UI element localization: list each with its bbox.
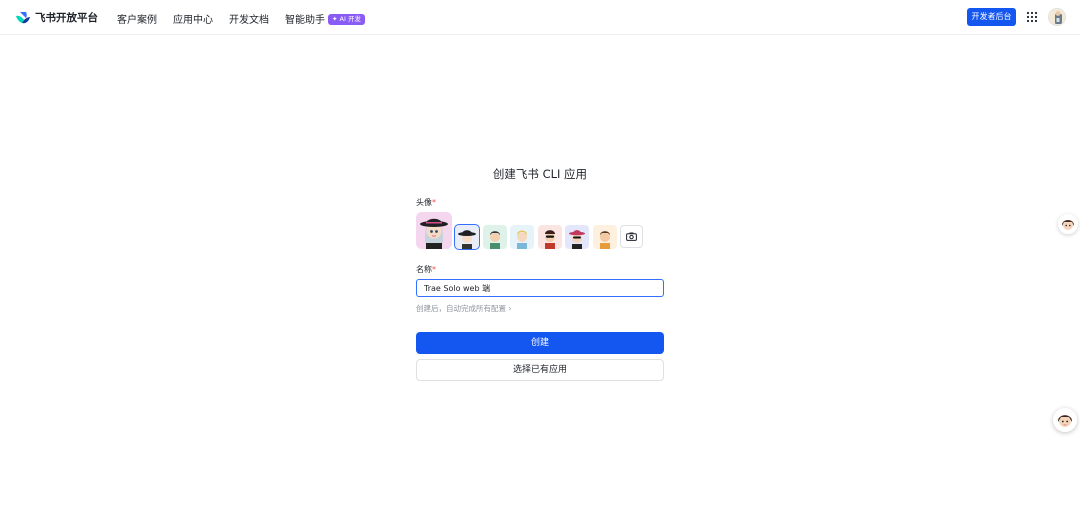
avatar-option-1[interactable] — [454, 224, 480, 250]
avatar-option-4[interactable] — [537, 225, 562, 249]
avatar-label: 头像* — [416, 197, 436, 208]
camera-icon — [626, 232, 637, 241]
nav-customer-cases[interactable]: 客户案例 — [117, 11, 157, 26]
brand-logo[interactable]: 飞书开放平台 — [15, 10, 98, 25]
user-avatar[interactable] — [1048, 8, 1066, 26]
floating-assistant-avatar[interactable] — [1058, 214, 1078, 234]
avatar-options — [454, 224, 643, 250]
app-name-input[interactable] — [416, 279, 664, 297]
avatar-label-text: 头像 — [416, 198, 432, 207]
avatar-option-image — [455, 225, 479, 249]
avatar-option-image — [592, 225, 617, 249]
name-label: 名称* — [416, 264, 436, 275]
developer-console-button[interactable]: 开发者后台 — [967, 8, 1016, 26]
avatar-option-image — [510, 225, 534, 249]
avatar-option-6[interactable] — [592, 225, 617, 249]
brand-name: 飞书开放平台 — [35, 12, 98, 24]
top-navigation-bar: 飞书开放平台 客户案例 应用中心 开发文档 智能助手 ✦ AI 开发 开发者后台 — [0, 0, 1080, 35]
nav-dev-docs[interactable]: 开发文档 — [229, 11, 269, 26]
name-label-text: 名称 — [416, 265, 432, 274]
avatar-option-image — [537, 225, 562, 249]
main-nav: 客户案例 应用中心 开发文档 智能助手 ✦ AI 开发 — [117, 11, 381, 26]
required-mark: * — [432, 265, 436, 274]
avatar-option-image — [565, 225, 589, 249]
apps-grid-icon[interactable] — [1026, 11, 1038, 23]
nav-ai-assistant[interactable]: 智能助手 ✦ AI 开发 — [285, 11, 365, 26]
auto-config-hint[interactable]: 创建后，自动完成所有配置 › — [416, 303, 511, 314]
ai-dev-badge: ✦ AI 开发 — [328, 14, 365, 25]
page-title: 创建飞书 CLI 应用 — [492, 167, 588, 181]
nav-ai-assistant-label: 智能助手 — [285, 15, 325, 26]
user-avatar-image — [1049, 9, 1065, 25]
assistant-avatar-image — [1058, 214, 1078, 234]
required-mark: * — [432, 198, 436, 207]
create-button[interactable]: 创建 — [416, 332, 664, 354]
floating-support-avatar[interactable] — [1053, 408, 1077, 432]
select-existing-app-button[interactable]: 选择已有应用 — [416, 359, 664, 381]
upload-avatar-button[interactable] — [620, 225, 643, 248]
avatar-option-5[interactable] — [565, 225, 589, 249]
avatar-option-3[interactable] — [510, 225, 534, 249]
avatar-option-2[interactable] — [482, 225, 507, 249]
feishu-logo-icon — [16, 11, 30, 23]
nav-app-center[interactable]: 应用中心 — [173, 11, 213, 26]
selected-avatar-preview — [416, 212, 452, 249]
avatar-option-image — [482, 225, 507, 249]
avatar-preview-image — [416, 212, 452, 249]
support-avatar-image — [1053, 408, 1077, 432]
